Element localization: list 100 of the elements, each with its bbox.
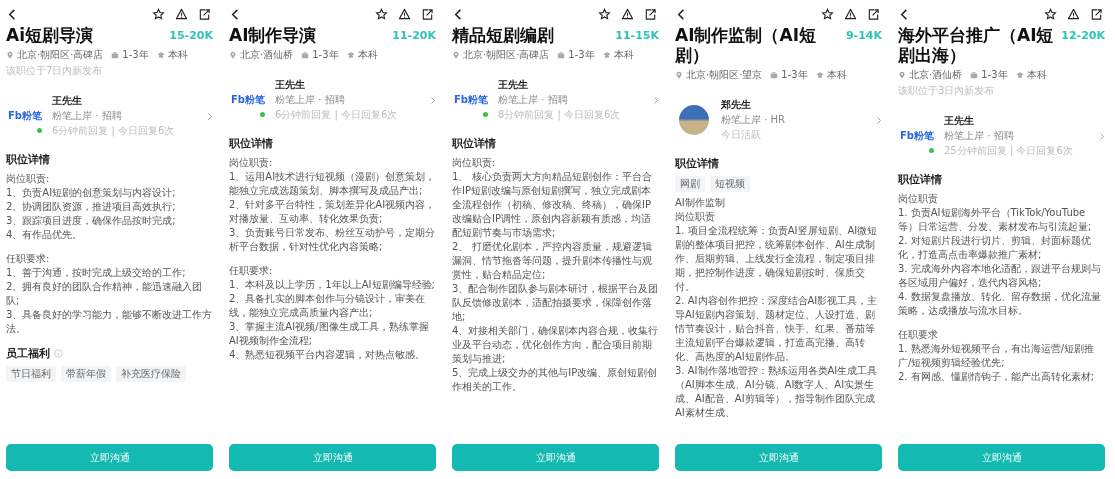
experience-text: 1-3年: [781, 68, 808, 82]
graduation-cap-icon: [815, 71, 824, 79]
share-icon[interactable]: [421, 8, 434, 21]
section-title: 员工福利: [6, 346, 50, 361]
star-icon[interactable]: [821, 8, 834, 21]
warning-icon[interactable]: [844, 8, 857, 21]
recruiter-company-role: 粉笔上岸 · 招聘: [52, 109, 123, 123]
education-text: 本科: [826, 68, 847, 82]
description-text: 2. AI内容创作把控：深度结合AI影视工具，主导AI短剧内容策划、题材定位、人设打造、剧情节奏设计，贴合抖音、快手、红果、番茄等主流短剧平台爆款逻辑，打造高完播、高转化、高热度的AI短剧作品。: [675, 294, 879, 364]
online-indicator: [37, 128, 42, 133]
section-title: 职位详情: [898, 172, 943, 187]
description-text: 2、拥有良好的团队合作精神，能迅速融入团队;: [6, 280, 204, 308]
job-title: Ai短剧导演: [6, 25, 93, 45]
share-icon[interactable]: [644, 8, 657, 21]
description-text: 任职要求:: [229, 264, 274, 278]
description-text: 岗位职责: [898, 192, 939, 206]
online-indicator: [483, 112, 488, 117]
education-text: 本科: [613, 48, 634, 62]
graduation-cap-icon: [156, 51, 165, 59]
experience-text: 1-3年: [568, 48, 595, 62]
section-title: 职位详情: [6, 152, 51, 167]
company-logo: Fb粉笔: [900, 129, 934, 143]
description-text: 3、掌握主流AI视频/图像生成工具，熟练掌握AI视频制作全流程;: [229, 320, 430, 348]
description-text: 2、针对多平台特性，策划差异化AI视频内容，对播放量、互动率、转化效果负责;: [229, 198, 436, 226]
salary: 9-14K: [845, 28, 882, 42]
description-text: 2、协调团队资源，推进项目高效执行;: [6, 200, 177, 214]
benefit-tag: 节日福利: [6, 366, 56, 382]
description-text: 任职要求:: [6, 252, 51, 266]
chevron-right-icon: [876, 115, 882, 125]
description-text: 1、 核心负责两大方向精品短剧创作：平台合作IP短剧改编与原创短剧撰写，独立完成剧本全流程创作（初稿、修改稿、终稿），确保IP改编贴合IP调性，原创内容新颖有质感，均适配短剧节奏与市场需求;: [452, 170, 653, 240]
recruiter-company-role: 粉笔上岸 · 招聘: [275, 93, 346, 107]
avatar-photo-placeholder: [679, 105, 709, 135]
company-logo: Fb粉笔: [231, 93, 265, 107]
warning-icon[interactable]: [621, 8, 634, 21]
salary: 11-20K: [392, 28, 436, 42]
education-text: 本科: [167, 48, 188, 62]
description-text: 3、具备良好的学习能力，能够不断改进工作方法。: [6, 308, 213, 336]
description-text: 5、完成上级交办的其他与IP改编、原创短剧创作相关的工作。: [452, 366, 659, 394]
description-text: 1、善于沟通，按时完成上级交给的工作;: [6, 266, 187, 280]
recruiter-name: 王先生: [52, 94, 83, 108]
share-icon[interactable]: [198, 8, 211, 21]
star-icon[interactable]: [152, 8, 165, 21]
location-text: 北京·酒仙桥: [909, 68, 963, 82]
description-text: 3. AI制作落地管控：熟练运用各类AI生成工具（AI脚本生成、AI分镜、AI数字人、AI实景生成、AI配音、AI剪辑等），指导制作团队完成AI素材生成、: [675, 364, 879, 420]
location-pin-icon: [898, 71, 906, 79]
description-text: 岗位职责:: [229, 156, 274, 170]
tag: 网剧: [675, 176, 705, 192]
chevron-right-icon: [653, 95, 659, 105]
location-text: 北京·酒仙桥: [240, 48, 294, 62]
description-text: 2、 打磨优化剧本，严控内容质量，规避逻辑漏洞、情节拖沓等问题，提升剧本传播性与观赏性，贴合精品定位;: [452, 240, 653, 282]
star-icon[interactable]: [375, 8, 388, 21]
recruiter-company-role: 粉笔上岸 · 招聘: [498, 93, 569, 107]
description-text: 2. 有网感、懂剧情钩子，能产出高转化素材;: [898, 370, 1096, 384]
description-text: 4. 数据复盘播放、转化、留存数据，优化流量策略，达成播放与流水目标。: [898, 290, 1102, 318]
recruiter-name: 王先生: [944, 114, 975, 128]
online-indicator: [929, 148, 934, 153]
section-title: 职位详情: [229, 136, 274, 151]
briefcase-icon: [557, 51, 566, 59]
description-text: 任职要求: [898, 328, 939, 342]
warning-icon[interactable]: [1067, 8, 1080, 21]
briefcase-icon: [111, 51, 120, 59]
briefcase-icon: [770, 71, 779, 79]
section-title: 职位详情: [452, 136, 497, 151]
location-text: 北京·朝阳区·高碑店: [17, 48, 104, 62]
tag: 短视频: [710, 176, 750, 192]
recruiter-company-role: 粉笔上岸 · 招聘: [944, 129, 1015, 143]
star-icon[interactable]: [598, 8, 611, 21]
salary: 11-15K: [615, 28, 659, 42]
star-icon[interactable]: [1044, 8, 1057, 21]
salary: 12-20K: [1061, 28, 1105, 42]
share-icon[interactable]: [1090, 8, 1103, 21]
education-text: 本科: [357, 48, 378, 62]
job-title: AI制作监制（AI短剧）: [675, 25, 817, 65]
description-text: 4、对接相关部门，确保剧本内容合规，收集行业及平台动态，优化创作方向，配合项目前期策划与推进;: [452, 324, 659, 366]
warning-icon[interactable]: [398, 8, 411, 21]
benefit-tag: 补充医疗保险: [116, 366, 186, 382]
experience-text: 1-3年: [981, 68, 1008, 82]
description-text: 1. 熟悉海外短视频平台，有出海运营/短剧推广/短视频剪辑经验优先;: [898, 342, 1096, 370]
recruiter-name: 王先生: [498, 78, 529, 92]
location-pin-icon: [675, 71, 683, 79]
company-logo: Fb粉笔: [454, 93, 488, 107]
description-text: 岗位职责:: [6, 172, 51, 186]
location-text: 北京·朝阳区·高碑店: [463, 48, 550, 62]
description-text: 1、本科及以上学历，1年以上AI短剧编导经验;: [229, 278, 436, 292]
job-title: AI制作导演: [229, 25, 317, 45]
description-text: 3. 完成海外内容本地化适配，跟进平台规则与各区域用户偏好，迭代内容风格;: [898, 262, 1102, 290]
description-text: 2. 对短剧片段进行切片、剪辑、封面标题优化，打造高点击率爆款推广素材;: [898, 234, 1092, 262]
warning-icon[interactable]: [175, 8, 188, 21]
recruiter-name: 王先生: [275, 78, 306, 92]
location-text: 北京·朝阳区·望京: [686, 68, 763, 82]
description-text: 1. 项目全流程统筹：负责AI竖屏短剧、AI微短剧的整体项目把控，统筹剧本创作、AI生成制作、后期剪辑、上线发行全流程，制定项目排期，把控制作进度，确保短剧按时、保质交付。: [675, 224, 879, 294]
section-title: 职位详情: [675, 156, 720, 171]
location-pin-icon: [452, 51, 460, 59]
recruiter-company-role: 粉笔上岸 · HR: [721, 113, 786, 127]
graduation-cap-icon: [1015, 71, 1024, 79]
share-icon[interactable]: [867, 8, 880, 21]
description-text: 2、具备扎实的脚本创作与分镜设计，审美在线，能独立完成高质量内容产出;: [229, 292, 427, 320]
description-text: 4、熟悉短视频平台内容逻辑，对热点敏感。: [229, 348, 427, 362]
salary: 15-20K: [169, 28, 213, 42]
description-text: 1、负责AI短剧的创意策划与内容设计;: [6, 186, 177, 200]
